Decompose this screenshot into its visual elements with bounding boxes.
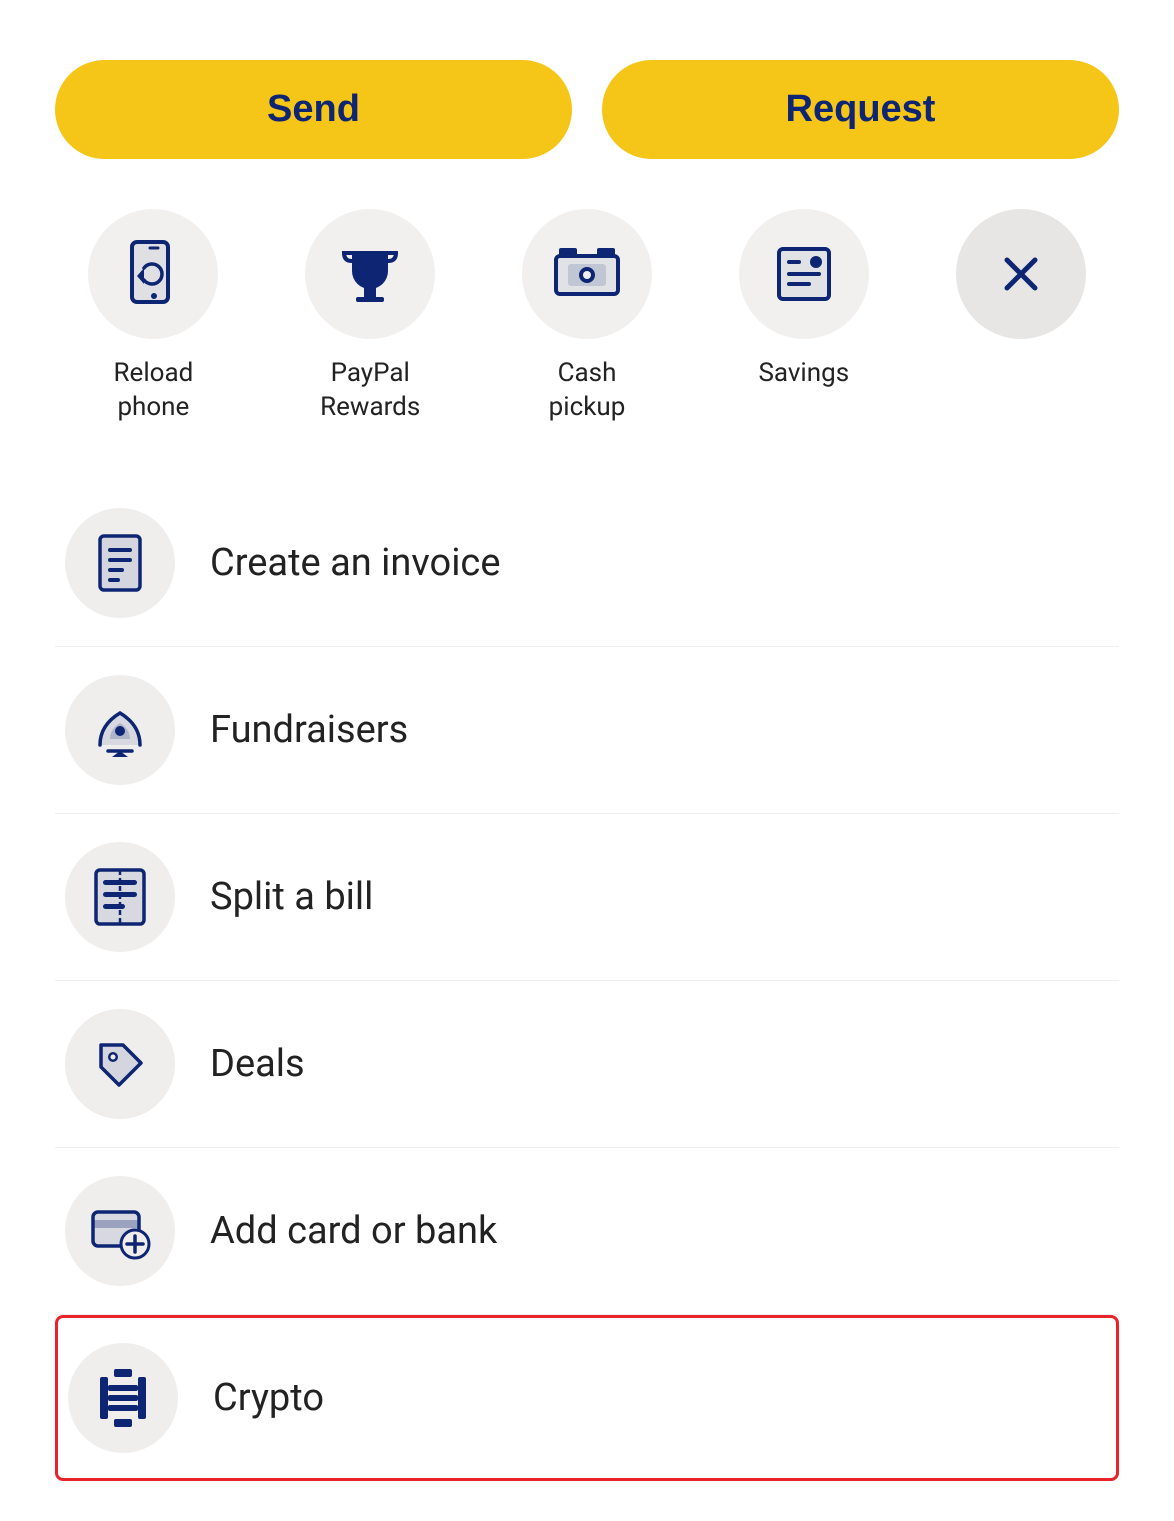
reload-phone-label: Reloadphone <box>114 357 194 425</box>
send-button[interactable]: Send <box>55 60 572 159</box>
crypto-label: Crypto <box>213 1376 324 1420</box>
cash-pickup-label: Cashpickup <box>549 357 626 425</box>
add-card-icon-circle <box>65 1176 175 1286</box>
close-icon <box>995 248 1047 300</box>
request-button[interactable]: Request <box>602 60 1119 159</box>
quick-action-close[interactable] <box>922 209 1119 339</box>
menu-item-create-invoice[interactable]: Create an invoice <box>55 480 1119 647</box>
menu-item-split-bill[interactable]: Split a bill <box>55 814 1119 981</box>
top-buttons-container: Send Request <box>55 60 1119 159</box>
reload-phone-icon-circle <box>88 209 218 339</box>
deals-icon <box>91 1035 149 1093</box>
paypal-rewards-label: PayPalRewards <box>320 357 420 425</box>
close-icon-circle <box>956 209 1086 339</box>
fundraisers-icon-circle <box>65 675 175 785</box>
cash-pickup-icon-circle <box>522 209 652 339</box>
menu-item-fundraisers[interactable]: Fundraisers <box>55 647 1119 814</box>
crypto-icon-circle <box>68 1343 178 1453</box>
quick-action-savings[interactable]: Savings <box>705 209 902 391</box>
create-invoice-label: Create an invoice <box>210 541 500 585</box>
menu-item-deals[interactable]: Deals <box>55 981 1119 1148</box>
invoice-icon-circle <box>65 508 175 618</box>
menu-item-crypto[interactable]: Crypto <box>55 1315 1119 1481</box>
invoice-icon <box>94 534 146 592</box>
add-card-or-bank-label: Add card or bank <box>210 1209 497 1253</box>
trophy-icon <box>339 243 401 305</box>
add-card-icon <box>89 1200 151 1262</box>
reload-phone-icon <box>124 240 182 308</box>
quick-action-cash-pickup[interactable]: Cashpickup <box>489 209 686 425</box>
deals-icon-circle <box>65 1009 175 1119</box>
fundraisers-label: Fundraisers <box>210 708 408 752</box>
menu-list: Create an invoice Fundraisers <box>55 480 1119 1481</box>
savings-icon <box>774 244 834 304</box>
split-bill-icon <box>91 866 149 928</box>
split-bill-icon-circle <box>65 842 175 952</box>
quick-action-paypal-rewards[interactable]: PayPalRewards <box>272 209 469 425</box>
cash-pickup-icon <box>554 248 620 300</box>
quick-actions-row: Reloadphone PayPalRewards <box>55 209 1119 425</box>
paypal-rewards-icon-circle <box>305 209 435 339</box>
fundraisers-icon <box>90 701 150 759</box>
savings-icon-circle <box>739 209 869 339</box>
crypto-icon <box>94 1367 152 1429</box>
menu-item-add-card-or-bank[interactable]: Add card or bank <box>55 1148 1119 1315</box>
split-bill-label: Split a bill <box>210 875 373 919</box>
quick-action-reload-phone[interactable]: Reloadphone <box>55 209 252 425</box>
deals-label: Deals <box>210 1042 305 1086</box>
savings-label: Savings <box>758 357 849 391</box>
